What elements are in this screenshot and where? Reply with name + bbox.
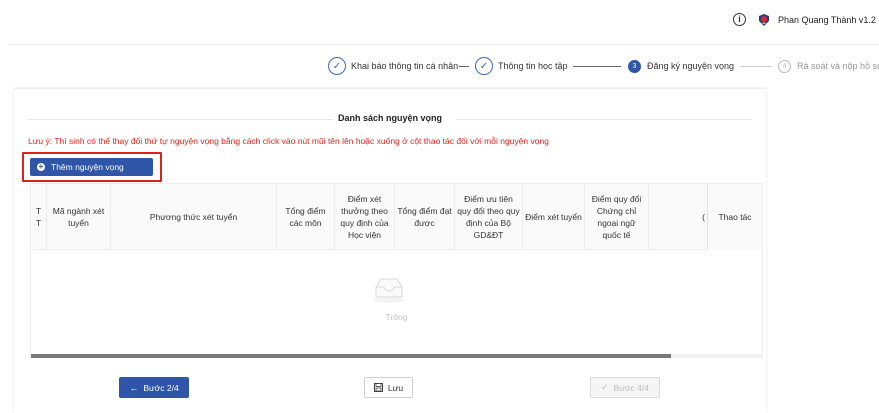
step-label: Thông tin học tập — [498, 61, 568, 71]
step-connector — [573, 66, 621, 67]
empty-state: Trống — [31, 250, 762, 354]
col-language-cert-score: Điểm quy đổi Chứng chỉ ngoại ngữ quốc tế — [585, 184, 649, 250]
empty-text: Trống — [385, 312, 408, 322]
step-connector — [740, 66, 772, 67]
col-major-code: Mã ngành xét tuyển — [47, 184, 111, 250]
save-button[interactable]: Lưu — [364, 377, 413, 398]
top-divider — [8, 44, 879, 45]
panel-title: Danh sách nguyện vọng — [337, 113, 442, 123]
progress-stepper: ✓ Khai báo thông tin cá nhân ✓ Thông tin… — [0, 56, 879, 78]
add-wish-label: Thêm nguyện vọng — [51, 162, 124, 172]
next-step-label: Bước 4/4 — [613, 382, 649, 393]
title-divider — [456, 119, 752, 120]
col-admission-method: Phương thức xét tuyển — [111, 184, 277, 250]
step-register-wishes[interactable]: 3 Đăng ký nguyện vọng — [628, 56, 734, 76]
col-total-score: Tổng điểm đạt được — [395, 184, 455, 250]
user-avatar-icon[interactable] — [757, 13, 771, 27]
wish-list-panel: Danh sách nguyện vọng Lưu ý: Thí sinh có… — [14, 88, 766, 413]
check-circle-icon: ✓ — [328, 57, 346, 75]
empty-inbox-icon — [373, 278, 405, 303]
col-truncated: ( — [702, 212, 705, 222]
step-review-submit[interactable]: 4 Rà soát và nộp hồ sơ — [778, 56, 879, 76]
save-icon — [373, 383, 383, 392]
col-admission-score: Điểm xét tuyển — [523, 184, 585, 250]
step-number-icon: 3 — [628, 59, 641, 73]
col-actions: Thao tác — [707, 184, 762, 250]
add-wish-button[interactable]: + Thêm nguyện vọng — [30, 158, 153, 176]
top-bar: i Phan Quang Thành v1.2 — [0, 0, 879, 44]
user-name[interactable]: Phan Quang Thành v1.2 — [778, 15, 876, 25]
scrollbar-thumb[interactable] — [31, 354, 671, 358]
plus-circle-icon: + — [37, 162, 45, 171]
col-total-subject-score: Tổng điểm các môn — [277, 184, 335, 250]
reorder-notice: Lưu ý: Thí sinh có thể thay đổi thứ tự n… — [28, 136, 549, 146]
wish-table: T T Mã ngành xét tuyển Phương thức xét t… — [30, 183, 763, 358]
col-index: T T — [31, 184, 47, 250]
horizontal-scrollbar[interactable] — [31, 354, 762, 358]
step-label: Khai báo thông tin cá nhân — [351, 61, 459, 71]
info-icon[interactable]: i — [733, 13, 746, 26]
col-bonus-score: Điểm xét thưởng theo quy định của Học vi… — [335, 184, 395, 250]
check-circle-icon: ✓ — [475, 57, 493, 75]
step-number-icon: 4 — [778, 59, 791, 73]
arrow-left-icon: ← — [129, 382, 139, 393]
prev-step-button[interactable]: ← Bước 2/4 — [119, 377, 189, 398]
step-study-info[interactable]: ✓ Thông tin học tập — [475, 56, 568, 76]
check-icon: ✓ — [601, 382, 609, 392]
save-label: Lưu — [387, 382, 404, 393]
step-connector — [459, 66, 469, 67]
prev-step-label: Bước 2/4 — [143, 382, 179, 393]
next-step-button[interactable]: ✓ Bước 4/4 — [590, 377, 660, 398]
panel-title-row: Danh sách nguyện vọng — [28, 113, 752, 125]
step-personal-info[interactable]: ✓ Khai báo thông tin cá nhân — [328, 56, 458, 76]
step-label: Rà soát và nộp hồ sơ — [797, 61, 879, 71]
table-header: T T Mã ngành xét tuyển Phương thức xét t… — [31, 184, 762, 250]
step-label: Đăng ký nguyện vọng — [647, 61, 735, 71]
col-priority-score: Điểm ưu tiên quy đổi theo quy định của B… — [455, 184, 523, 250]
